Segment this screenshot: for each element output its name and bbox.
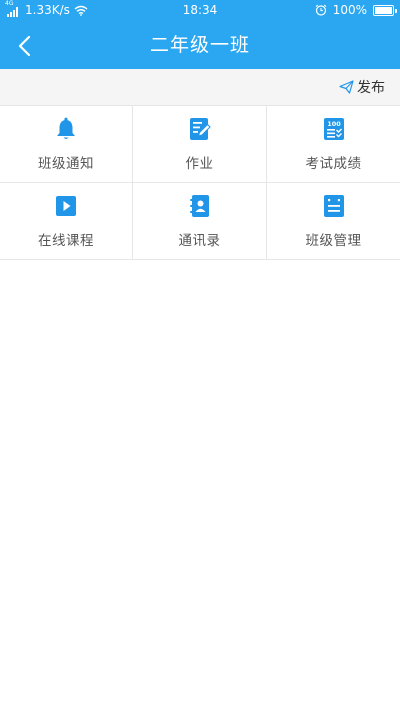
- grid-item-class-notice[interactable]: 班级通知: [0, 106, 133, 183]
- chevron-left-icon: [18, 35, 31, 57]
- grid-label: 班级通知: [38, 156, 94, 172]
- grid-label: 作业: [185, 156, 214, 172]
- function-grid: 班级通知 作业 100 考试成绩 在线课程 通讯录 班级管理: [0, 106, 400, 260]
- grid-item-homework[interactable]: 作业: [133, 106, 267, 183]
- class-manage-icon: [321, 193, 347, 219]
- battery-icon: [373, 5, 397, 16]
- nav-bar: 二年级一班: [0, 22, 400, 69]
- grid-label: 通讯录: [178, 233, 221, 249]
- grid-item-online-courses[interactable]: 在线课程: [0, 183, 133, 260]
- grid-label: 在线课程: [38, 233, 94, 249]
- grid-item-class-management[interactable]: 班级管理: [267, 183, 400, 260]
- battery-percent: 100%: [332, 3, 367, 17]
- paper-plane-icon: [339, 80, 354, 94]
- status-bar: 4G 1.33K/s 18:34 100%: [0, 0, 400, 22]
- action-bar: 发布: [0, 69, 400, 106]
- grid-item-exam-scores[interactable]: 100 考试成绩: [267, 106, 400, 183]
- bell-icon: [53, 116, 79, 142]
- contacts-book-icon: [187, 193, 213, 219]
- publish-button[interactable]: 发布: [339, 75, 385, 99]
- grid-label: 考试成绩: [305, 156, 362, 172]
- svg-text:100: 100: [327, 120, 341, 128]
- back-button[interactable]: [8, 30, 40, 62]
- alarm-icon: [315, 4, 327, 16]
- grid-label: 班级管理: [305, 233, 362, 249]
- page-title: 二年级一班: [149, 34, 250, 56]
- exam-score-icon: 100: [321, 116, 347, 142]
- header: 4G 1.33K/s 18:34 100% 二年级一班: [0, 0, 400, 69]
- publish-label: 发布: [357, 80, 385, 96]
- grid-item-contacts[interactable]: 通讯录: [133, 183, 267, 260]
- status-right: 100%: [315, 3, 397, 17]
- video-play-icon: [53, 193, 79, 219]
- homework-edit-icon: [187, 116, 213, 142]
